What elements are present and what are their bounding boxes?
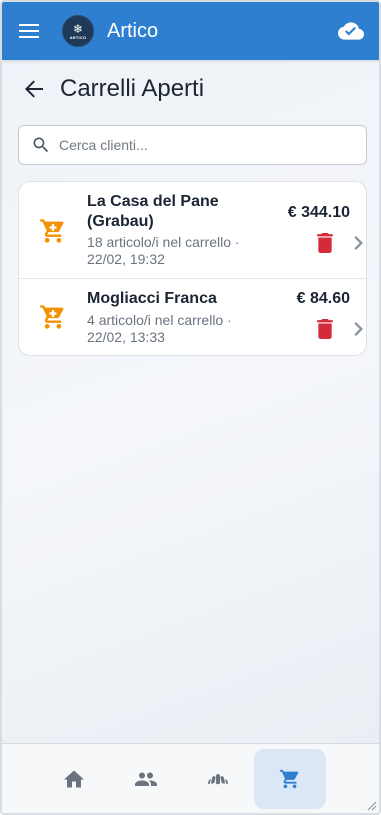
cart-actions: € 344.10 — [262, 182, 366, 278]
open-cart-button[interactable] — [349, 317, 366, 341]
cart-total: € 344.10 — [287, 204, 350, 221]
search-box — [18, 125, 367, 165]
client-name: Mogliacci Franca — [87, 290, 217, 307]
cart-info: La Casa del Pane (Grabau) 18 articolo/i … — [87, 182, 262, 278]
cart-row[interactable]: Mogliacci Franca 4 articolo/i nel carrel… — [19, 279, 366, 355]
people-icon — [135, 772, 157, 786]
snowflake-icon: ❄ — [72, 21, 84, 36]
cart-row[interactable]: La Casa del Pane (Grabau) 18 articolo/i … — [19, 182, 366, 279]
app-title: Artico — [107, 19, 159, 42]
bottom-nav — [2, 743, 379, 813]
app-frame: ❄ ARTICO Artico Carrelli Aperti Cerca cl… — [0, 0, 381, 815]
search-input[interactable] — [59, 137, 366, 153]
app-bar: ❄ ARTICO Artico — [2, 2, 379, 60]
search-icon — [33, 137, 49, 153]
sync-button[interactable] — [337, 17, 365, 45]
resize-grip-icon[interactable] — [365, 799, 377, 811]
arrow-back-icon — [25, 80, 43, 98]
shopping-cart-icon — [40, 219, 64, 243]
delete-button[interactable] — [314, 317, 336, 341]
cart-icon-wrap — [19, 182, 87, 278]
nav-products[interactable] — [182, 749, 254, 809]
home-icon — [64, 770, 84, 787]
trash-icon — [317, 233, 333, 253]
nav-carts[interactable] — [254, 748, 326, 809]
cart-actions: € 84.60 — [262, 279, 366, 355]
cart-icon-wrap — [19, 279, 87, 355]
cart-info: Mogliacci Franca 4 articolo/i nel carrel… — [87, 279, 262, 355]
shopping-cart-icon — [40, 305, 64, 329]
logo-text: ARTICO — [69, 34, 87, 40]
cart-list: La Casa del Pane (Grabau) 18 articolo/i … — [18, 181, 367, 356]
trash-icon — [317, 319, 333, 339]
client-name: La Casa del Pane (Grabau) — [87, 193, 219, 230]
cart-meta: 4 articolo/i nel carrello · 22/02, 13:33 — [87, 312, 232, 345]
nav-home[interactable] — [38, 749, 110, 809]
nav-clients[interactable] — [110, 749, 182, 809]
cart-icon — [279, 769, 299, 788]
chevron-right-icon — [354, 322, 364, 336]
chevron-right-icon — [354, 236, 364, 250]
cart-meta: 18 articolo/i nel carrello · 22/02, 19:3… — [87, 234, 240, 267]
hamburger-menu-icon — [19, 24, 39, 38]
menu-button[interactable] — [16, 18, 42, 44]
back-button[interactable] — [22, 77, 46, 101]
open-cart-button[interactable] — [349, 231, 366, 255]
delete-button[interactable] — [314, 231, 336, 255]
app-logo: ❄ ARTICO — [62, 15, 94, 47]
cloud-done-icon — [338, 22, 364, 40]
bakery-icon — [208, 773, 228, 784]
page-title: Carrelli Aperti — [60, 75, 205, 102]
page-header: Carrelli Aperti — [22, 75, 204, 103]
cart-total: € 84.60 — [296, 290, 350, 307]
